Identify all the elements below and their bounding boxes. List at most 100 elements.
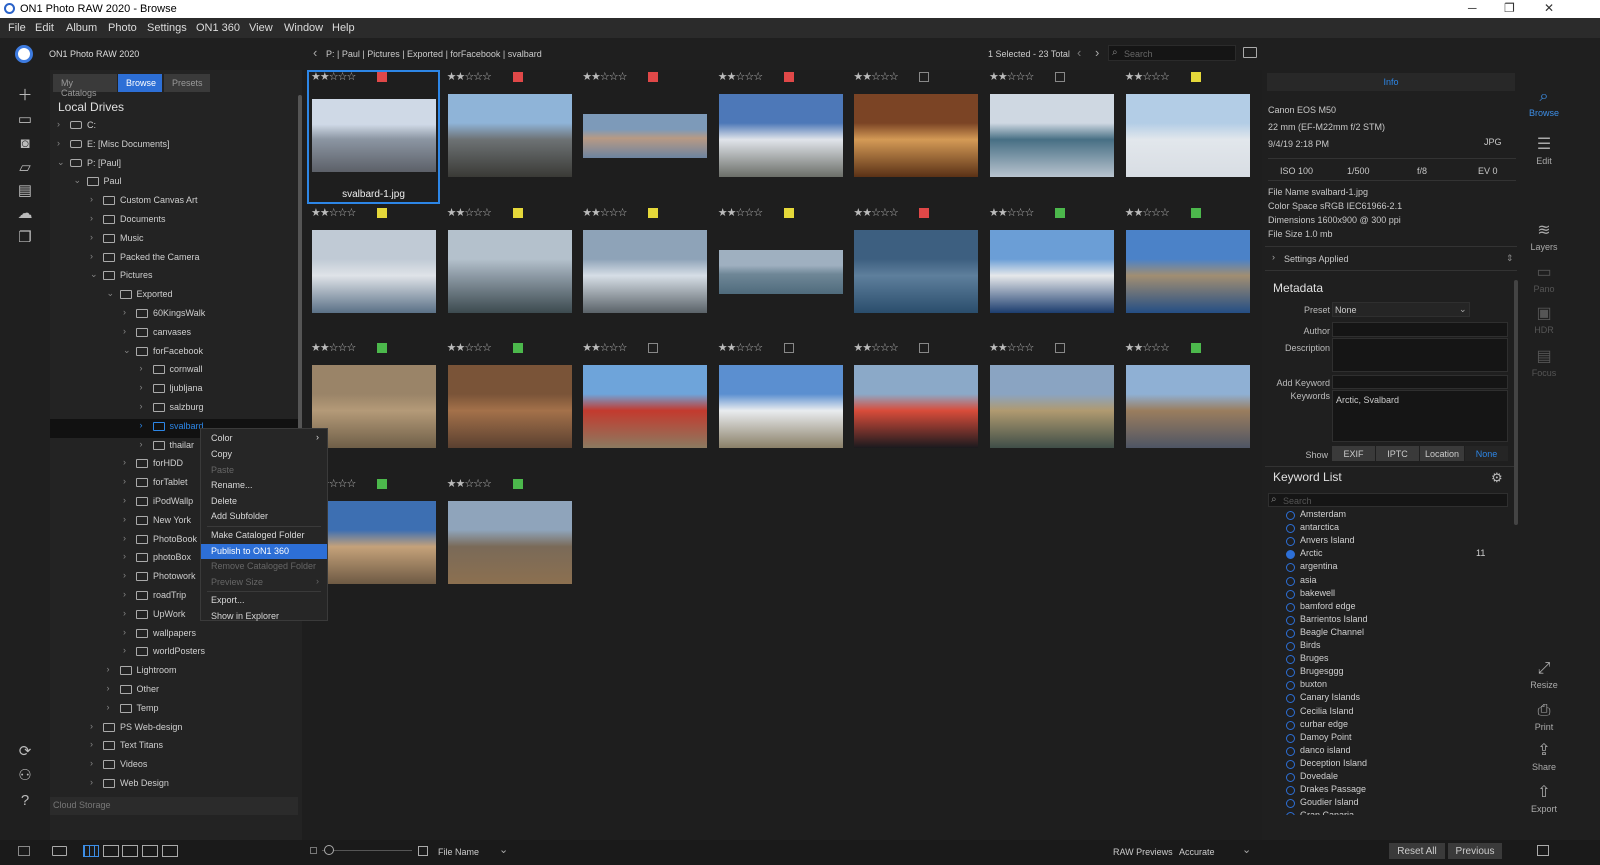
photo-cell[interactable]: ★★☆☆☆ (985, 341, 1114, 475)
panel-scrollbar[interactable] (1514, 280, 1518, 525)
chevron-right-icon[interactable]: › (90, 251, 93, 261)
chevron-right-icon[interactable]: › (123, 533, 126, 543)
photo-thumbnail[interactable] (583, 365, 708, 448)
keyword-item[interactable]: Birds (1286, 640, 1321, 653)
keyword-item[interactable]: Canary Islands (1286, 692, 1360, 705)
chevron-right-icon[interactable]: › (90, 777, 93, 787)
color-label[interactable] (783, 72, 794, 82)
star-rating[interactable]: ★★☆☆☆ (718, 206, 763, 219)
keyword-item[interactable]: antarctica (1286, 522, 1339, 535)
tree-item[interactable]: › Documents (50, 212, 300, 231)
photo-thumbnail[interactable] (312, 229, 436, 313)
tool-print[interactable]: ⎙ Print (1522, 702, 1566, 732)
chevron-right-icon[interactable]: › (140, 401, 143, 411)
tree-item[interactable]: › cornwall (50, 362, 300, 381)
cloud-icon[interactable]: ☁ (15, 206, 35, 222)
photo-cell[interactable]: ★★☆☆☆ (985, 206, 1114, 340)
albums-icon[interactable]: ❐ (15, 230, 35, 246)
context-menu-item[interactable]: Export... (201, 593, 327, 608)
star-rating[interactable]: ★★☆☆☆ (447, 206, 492, 219)
chevron-right-icon[interactable]: › (90, 758, 93, 768)
keyword-search-input[interactable]: ⌕ Search (1268, 493, 1508, 507)
photo-thumbnail[interactable] (718, 249, 843, 294)
photo-cell[interactable]: ★★☆☆☆ (443, 477, 572, 611)
tree-item[interactable]: › Other (50, 682, 300, 701)
updown-icon[interactable]: ⇕ (1506, 253, 1514, 264)
photo-thumbnail[interactable] (447, 365, 572, 448)
color-label[interactable] (1055, 343, 1065, 353)
color-label[interactable] (512, 207, 523, 218)
keyword-item[interactable]: curbar edge (1286, 719, 1348, 732)
photo-thumbnail[interactable] (1125, 94, 1250, 177)
right-panel-toggle-icon[interactable] (1537, 845, 1549, 856)
star-rating[interactable]: ★★☆☆☆ (447, 70, 492, 83)
photo-thumbnail[interactable] (447, 94, 572, 177)
keyword-item[interactable]: Deception Island (1286, 758, 1367, 771)
photo-thumbnail[interactable] (854, 365, 979, 448)
menu-settings[interactable]: Settings (147, 22, 187, 34)
chevron-right-icon[interactable]: › (140, 363, 143, 373)
tree-item[interactable]: › canvases (50, 325, 300, 344)
keyword-radio[interactable] (1286, 524, 1295, 534)
photo-cell[interactable]: ★★☆☆☆ (1121, 341, 1250, 475)
keyword-radio[interactable] (1286, 746, 1295, 756)
color-label[interactable] (512, 478, 523, 489)
menu-help[interactable]: Help (332, 22, 355, 34)
chevron-right-icon[interactable]: › (90, 213, 93, 223)
keyword-radio[interactable] (1286, 563, 1295, 573)
color-label[interactable] (1055, 207, 1065, 218)
chevron-right-icon[interactable]: › (57, 119, 60, 129)
tool-edit[interactable]: ☰ Edit (1522, 134, 1566, 166)
chevron-right-icon[interactable]: › (123, 514, 126, 524)
photo-cell[interactable]: ★★☆☆☆ svalbard-1.jpg (307, 70, 440, 204)
tab-browse[interactable]: Browse (118, 74, 162, 92)
context-menu-item[interactable]: Add Subfolder (201, 509, 327, 524)
keyword-item[interactable]: Damoy Point (1286, 732, 1352, 745)
keyword-item[interactable]: Goudier Island (1286, 797, 1359, 810)
tool-pano[interactable]: ▭ Pano (1522, 262, 1566, 294)
photo-cell[interactable]: ★★☆☆☆ (443, 70, 572, 204)
user-icon[interactable]: ⚇ (15, 768, 35, 784)
tab-info[interactable]: Info (1267, 73, 1515, 91)
keyword-radio[interactable] (1286, 511, 1295, 520)
tool-resize[interactable]: ⤢ Resize (1522, 660, 1566, 690)
filmstrip-view-icon[interactable] (103, 845, 119, 857)
cloud-storage-section[interactable]: Cloud Storage (50, 797, 298, 815)
description-field[interactable] (1332, 338, 1508, 372)
star-rating[interactable]: ★★☆☆☆ (718, 70, 763, 83)
chevron-right-icon[interactable]: › (90, 739, 93, 749)
star-rating[interactable]: ★★☆☆☆ (447, 341, 492, 354)
tree-item[interactable]: › ljubljana (50, 381, 300, 400)
color-label[interactable] (512, 72, 523, 82)
keyword-item[interactable]: buxton (1286, 679, 1327, 692)
chevron-right-icon[interactable]: › (123, 307, 126, 317)
chevron-right-icon[interactable]: › (90, 194, 93, 204)
show-exif-button[interactable]: EXIF (1332, 446, 1375, 461)
tree-item[interactable]: › C: (50, 118, 300, 137)
photo-cell[interactable]: ★★☆☆☆ (1121, 206, 1250, 340)
context-menu-item[interactable]: Show in Explorer (201, 609, 327, 624)
keyword-radio[interactable] (1286, 642, 1295, 651)
photo-thumbnail[interactable] (447, 229, 572, 313)
keyword-item[interactable]: Amsterdam (1286, 509, 1346, 522)
star-rating[interactable]: ★★☆☆☆ (989, 341, 1034, 354)
panel-toggle-icon[interactable] (18, 846, 30, 856)
chevron-down-icon[interactable]: ⌄ (90, 269, 98, 280)
tool-share[interactable]: ⇪ Share (1522, 740, 1566, 772)
tree-item[interactable]: › Web Design (50, 776, 300, 795)
folder-icon[interactable]: ▱ (15, 160, 35, 176)
keyword-item[interactable]: argentina (1286, 561, 1338, 574)
breadcrumb[interactable]: P: | Paul | Pictures | Exported | forFac… (326, 49, 542, 59)
tree-item[interactable]: › 60KingsWalk (50, 306, 300, 325)
star-rating[interactable]: ★★☆☆☆ (718, 341, 763, 354)
keyword-item[interactable]: Beagle Channel (1286, 627, 1364, 640)
slider-handle[interactable] (324, 845, 334, 855)
chevron-down-icon[interactable]: ⌄ (57, 157, 65, 168)
chevron-right-icon[interactable]: › (123, 608, 126, 618)
tool-layers[interactable]: ≋ Layers (1522, 220, 1566, 252)
tree-item[interactable]: › Temp (50, 701, 300, 720)
compare-view-icon[interactable] (142, 845, 158, 857)
tool-browse[interactable]: ⌕ Browse (1522, 88, 1566, 118)
tree-item[interactable]: ⌄ P: [Paul] (50, 156, 300, 175)
chevron-right-icon[interactable]: › (123, 589, 126, 599)
